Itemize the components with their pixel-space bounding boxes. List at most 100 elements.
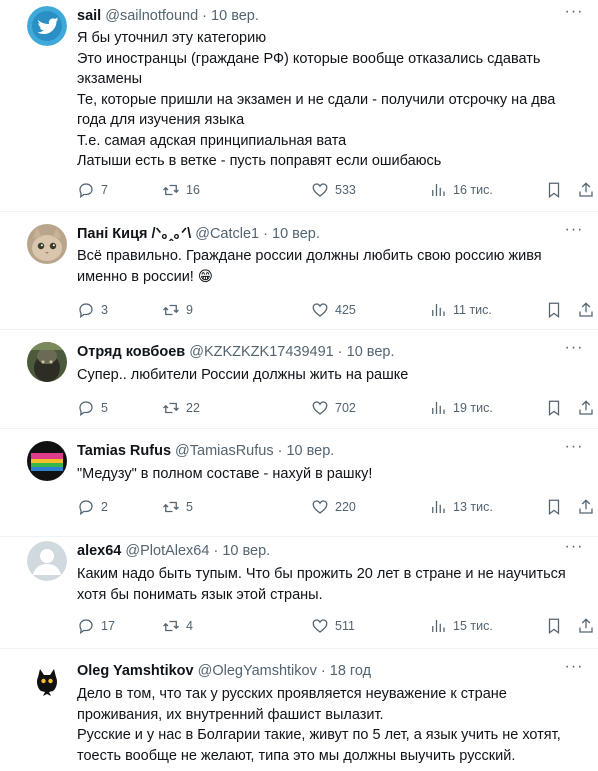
author-handle[interactable]: @OlegYamshtikov [198,663,317,679]
retweet-button[interactable]: 16 [162,180,200,200]
bookmark-button[interactable] [545,616,563,636]
more-options-icon[interactable]: ··· [564,4,584,26]
views-button[interactable]: 13 тис. [429,497,493,517]
retweet-button[interactable]: 4 [162,616,193,636]
share-icon [579,182,593,197]
action-bar: 17 4 511 15 тис. [77,616,593,636]
tweet-text: Всё правильно. Граждане россии должны лю… [77,246,584,287]
share-icon [579,400,593,415]
share-button[interactable] [577,497,595,517]
bookmark-button[interactable] [545,180,563,200]
share-button[interactable] [577,300,595,320]
more-options-icon[interactable]: ··· [564,439,584,461]
author-handle[interactable]: @KZKZKZK17439491 [189,344,334,360]
reply-button[interactable]: 7 [77,180,108,200]
like-button[interactable]: 220 [311,497,356,517]
timestamp[interactable]: 10 вер. [347,344,395,360]
like-button[interactable]: 511 [311,616,355,636]
avatar[interactable] [27,224,67,264]
like-button[interactable]: 425 [311,300,356,320]
bookmark-icon [548,618,560,635]
like-icon [312,500,328,514]
timestamp[interactable]: 18 год [330,663,371,679]
like-button[interactable]: 533 [311,180,356,200]
avatar[interactable] [27,441,67,481]
text-line: Русские и у нас в Болгарии такие, живут … [77,727,561,743]
tweet[interactable]: sail @sailnotfound · 10 вер. ··· Я бы ут… [0,0,598,212]
tweet[interactable]: Пані Киця /ᐠ｡ꞈ｡ᐟ\ @Catcle1 · 10 вер. ···… [0,212,598,330]
reply-button[interactable]: 3 [77,300,108,320]
more-options-icon[interactable]: ··· [564,340,584,362]
like-count: 220 [335,500,356,514]
views-button[interactable]: 15 тис. [429,616,493,636]
bookmark-button[interactable] [545,497,563,517]
reply-count: 2 [101,500,108,514]
author-name[interactable]: Пані Киця /ᐠ｡ꞈ｡ᐟ\ [77,226,191,242]
author-name[interactable]: alex64 [77,543,121,559]
like-icon [312,401,328,415]
author-name[interactable]: Отряд ковбоев [77,344,185,360]
share-button[interactable] [577,180,595,200]
author-handle[interactable]: @sailnotfound [105,8,198,24]
author-name[interactable]: sail [77,8,101,24]
share-icon [579,302,593,317]
retweet-button[interactable]: 9 [162,300,193,320]
author-handle[interactable]: @TamiasRufus [175,443,274,459]
bookmark-icon [548,302,560,319]
author-handle[interactable]: @Catcle1 [195,226,259,242]
action-bar: 7 16 533 16 тис. [77,180,593,200]
timestamp[interactable]: 10 вер. [222,543,270,559]
tweet-text: Супер.. любители России должны жить на р… [77,365,584,386]
tweet[interactable]: Oleg Yamshtikov @OlegYamshtikov · 18 год… [0,649,598,771]
retweet-icon [163,402,179,414]
more-options-icon[interactable]: ··· [564,659,584,681]
separator-dot: · [263,226,268,242]
separator-dot: · [277,443,283,459]
author-name[interactable]: Tamias Rufus [77,443,171,459]
tweet-header: Oleg Yamshtikov @OlegYamshtikov · 18 год… [77,659,584,681]
share-button[interactable] [577,398,595,418]
share-button[interactable] [577,616,595,636]
like-icon [312,303,328,317]
timestamp[interactable]: 10 вер. [211,8,259,24]
more-options-icon[interactable]: ··· [564,222,584,244]
timestamp[interactable]: 10 вер. [286,443,334,459]
text-line: Каким надо быть тупым. Что бы прожить 20… [77,566,566,582]
avatar[interactable] [27,541,67,581]
avatar[interactable] [27,342,67,382]
bookmark-button[interactable] [545,398,563,418]
reply-button[interactable]: 2 [77,497,108,517]
avatar[interactable] [27,661,67,701]
share-icon [579,618,593,633]
text-line: проживания, их внутренний фашист вылазит… [77,706,384,723]
tweet[interactable]: alex64 @PlotAlex64 · 10 вер. ··· Каким н… [0,537,598,649]
text-line: "Медузу" в полном составе - нахуй в рашк… [77,466,373,482]
views-button[interactable]: 16 тис. [429,180,493,200]
bookmark-button[interactable] [545,300,563,320]
tweet-header: sail @sailnotfound · 10 вер. ··· [77,4,584,26]
retweet-button[interactable]: 5 [162,497,193,517]
reply-button[interactable]: 17 [77,616,115,636]
reply-count: 17 [101,619,115,633]
timestamp[interactable]: 10 вер. [272,226,320,242]
retweet-button[interactable]: 22 [162,398,200,418]
text-line: Супер.. любители России должны жить на р… [77,367,409,383]
author-handle[interactable]: @PlotAlex64 [125,543,209,559]
views-icon [432,501,445,513]
share-icon [579,499,593,514]
author-name[interactable]: Oleg Yamshtikov [77,663,194,679]
views-button[interactable]: 19 тис. [429,398,493,418]
bookmark-icon [548,499,560,516]
tweet-text: Дело в том, что так у русских проявляетс… [77,684,584,766]
avatar[interactable] [27,6,67,46]
like-button[interactable]: 702 [311,398,356,418]
tweet[interactable]: Tamias Rufus @TamiasRufus · 10 вер. ··· … [0,429,598,537]
reply-button[interactable]: 5 [77,398,108,418]
tweet[interactable]: Отряд ковбоев @KZKZKZK17439491 · 10 вер.… [0,330,598,429]
views-icon [432,402,445,414]
tweet-text: Я бы уточнил эту категорию Это иностранц… [77,28,584,172]
action-bar: 5 22 702 19 тис. [77,398,593,418]
more-options-icon[interactable]: ··· [564,539,584,561]
views-button[interactable]: 11 тис. [429,300,492,320]
action-bar: 2 5 220 13 тис. [77,497,593,517]
